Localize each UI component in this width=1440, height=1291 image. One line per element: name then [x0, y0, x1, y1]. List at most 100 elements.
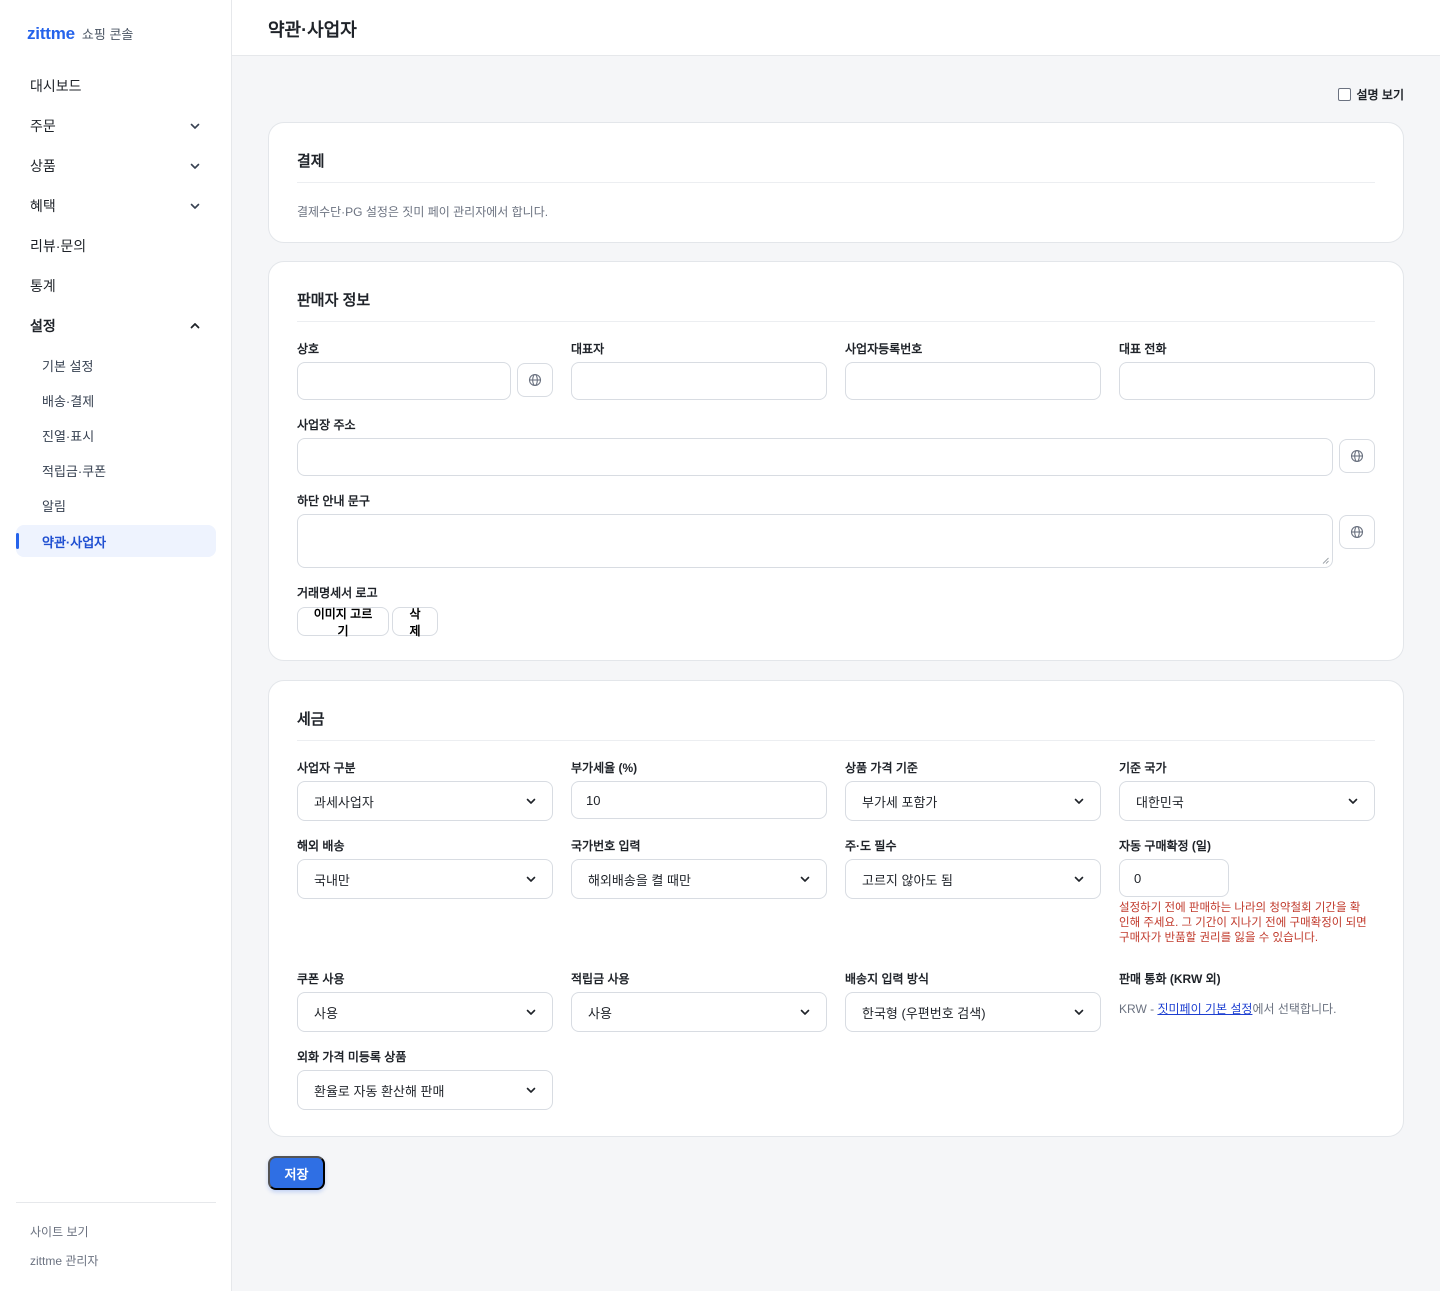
globe-icon — [1350, 525, 1364, 539]
nav-item-label: 리뷰·문의 — [30, 238, 87, 254]
phone-label: 대표 전화 — [1119, 342, 1167, 356]
autoconfirm-input[interactable]: 0 — [1119, 859, 1229, 897]
biz-type-label: 사업자 구분 — [297, 761, 356, 775]
nav-item-label: 설정 — [30, 318, 56, 334]
seller-info-card: 판매자 정보 상호 대표자 사업자등록번호 대표 전화 사업장 주소 하단 안내… — [268, 261, 1404, 661]
chevron-down-icon — [1074, 876, 1084, 882]
sidebar-divider — [16, 1202, 216, 1203]
state-required-select[interactable]: 고르지 않아도 됨 — [845, 859, 1101, 899]
card-title: 세금 — [297, 711, 325, 728]
phone-input[interactable] — [1119, 362, 1375, 400]
coupon-select[interactable]: 사용 — [297, 992, 553, 1032]
sidebar-item-basic-settings[interactable]: 기본 설정 — [16, 348, 216, 383]
address-input[interactable] — [297, 438, 1333, 476]
brand[interactable]: zittme 쇼핑 콘솔 — [27, 24, 133, 44]
chevron-down-icon — [1348, 798, 1358, 804]
sidebar-item-points-coupons[interactable]: 적립금·쿠폰 — [16, 453, 216, 488]
select-value: 고르지 않아도 됨 — [862, 872, 953, 888]
delete-logo-button[interactable]: 삭제 — [392, 607, 438, 638]
nav-item-label: 상품 — [30, 158, 56, 174]
chevron-down-icon — [526, 1087, 536, 1093]
nav-item-label: 혜택 — [30, 198, 56, 214]
zittme-pay-settings-link[interactable]: 짓미페이 기본 설정 — [1157, 1002, 1252, 1016]
sidebar-item-notifications[interactable]: 알림 — [16, 488, 216, 523]
dial-code-select[interactable]: 해외배송을 켤 때만 — [571, 859, 827, 899]
vat-input[interactable]: 10 — [571, 781, 827, 819]
chevron-down-icon — [526, 798, 536, 804]
globe-icon — [1350, 449, 1364, 463]
country-label: 기준 국가 — [1119, 761, 1167, 775]
company-translate-button[interactable] — [517, 363, 553, 397]
nav-item-dashboard[interactable]: 대시보드 — [16, 66, 216, 106]
points-label: 적립금 사용 — [571, 972, 630, 986]
nav-item-settings[interactable]: 설정 — [16, 306, 216, 346]
vat-label: 부가세율 (%) — [571, 761, 638, 775]
sub-item-label: 배송·결제 — [42, 394, 95, 409]
state-required-label: 주·도 필수 — [845, 839, 897, 853]
bizno-input[interactable] — [845, 362, 1101, 400]
currency-prefix: KRW - — [1119, 1002, 1158, 1016]
help-toggle[interactable]: 설명 보기 — [1337, 86, 1404, 103]
sidebar-item-display[interactable]: 진열·표시 — [16, 418, 216, 453]
ceo-input[interactable] — [571, 362, 827, 400]
brand-logo: zittme — [27, 24, 75, 43]
footer-text-area[interactable] — [297, 514, 1333, 568]
chevron-down-icon — [1074, 1009, 1084, 1015]
address-mode-select[interactable]: 한국형 (우편번호 검색) — [845, 992, 1101, 1032]
topbar: 약관·사업자 — [232, 0, 1440, 56]
currency-note: KRW - 짓미페이 기본 설정에서 선택합니다. — [1119, 1000, 1336, 1017]
select-value: 부가세 포함가 — [862, 794, 938, 810]
sub-item-label: 진열·표시 — [42, 429, 95, 444]
chevron-down-icon — [800, 1009, 810, 1015]
chevron-down-icon — [188, 119, 202, 133]
dial-code-label: 국가번호 입력 — [571, 839, 641, 853]
address-translate-button[interactable] — [1339, 439, 1375, 473]
sidebar-item-shipping-payment[interactable]: 배송·결제 — [16, 383, 216, 418]
nav-item-reviews[interactable]: 리뷰·문의 — [16, 226, 216, 266]
payment-note: 결제수단·PG 설정은 짓미 페이 관리자에서 합니다. — [297, 205, 549, 219]
select-value: 국내만 — [314, 872, 350, 888]
resize-handle-icon[interactable] — [1322, 557, 1329, 564]
choose-image-button[interactable]: 이미지 고르기 — [297, 607, 389, 638]
chevron-down-icon — [188, 159, 202, 173]
points-select[interactable]: 사용 — [571, 992, 827, 1032]
nav-item-label: 통계 — [30, 278, 56, 294]
nav-item-orders[interactable]: 주문 — [16, 106, 216, 146]
nav-item-stats[interactable]: 통계 — [16, 266, 216, 306]
price-basis-select[interactable]: 부가세 포함가 — [845, 781, 1101, 821]
view-site-link[interactable]: 사이트 보기 — [30, 1223, 89, 1240]
chevron-down-icon — [800, 876, 810, 882]
chevron-up-icon — [188, 319, 202, 333]
select-value: 환율로 자동 환산해 판매 — [314, 1083, 445, 1099]
ceo-label: 대표자 — [571, 342, 605, 356]
nav-item-benefits[interactable]: 혜택 — [16, 186, 216, 226]
address-label: 사업장 주소 — [297, 418, 356, 432]
select-value: 사용 — [588, 1005, 612, 1021]
currency-label: 판매 통화 (KRW 외) — [1119, 972, 1221, 986]
company-input[interactable] — [297, 362, 511, 400]
bizno-label: 사업자등록번호 — [845, 342, 923, 356]
nav-item-products[interactable]: 상품 — [16, 146, 216, 186]
overseas-select[interactable]: 국내만 — [297, 859, 553, 899]
sidebar-item-terms-business[interactable]: 약관·사업자 — [16, 525, 216, 557]
autoconfirm-label: 자동 구매확정 (일) — [1119, 839, 1211, 853]
select-value: 한국형 (우편번호 검색) — [862, 1005, 986, 1021]
help-checkbox[interactable] — [1337, 88, 1351, 101]
save-button[interactable]: 저장 — [268, 1156, 325, 1190]
payment-card: 결제 결제수단·PG 설정은 짓미 페이 관리자에서 합니다. — [268, 122, 1404, 243]
divider — [297, 740, 1375, 741]
footer-translate-button[interactable] — [1339, 515, 1375, 549]
fx-label: 외화 가격 미등록 상품 — [297, 1050, 407, 1064]
logo-label: 거래명세서 로고 — [297, 586, 378, 600]
sidebar: zittme 쇼핑 콘솔 대시보드 주문 상품 혜택 리뷰·문의 통계 설정 기… — [0, 0, 232, 1291]
address-mode-label: 배송지 입력 방식 — [845, 972, 929, 986]
main-nav: 대시보드 주문 상품 혜택 리뷰·문의 통계 설정 기본 설정 배송·결제 진열… — [16, 66, 216, 557]
globe-icon — [528, 373, 542, 387]
country-select[interactable]: 대한민국 — [1119, 781, 1375, 821]
fx-select[interactable]: 환율로 자동 환산해 판매 — [297, 1070, 553, 1110]
biz-type-select[interactable]: 과세사업자 — [297, 781, 553, 821]
card-title: 판매자 정보 — [297, 292, 371, 309]
admin-link[interactable]: zittme 관리자 — [30, 1252, 98, 1269]
chevron-down-icon — [526, 876, 536, 882]
nav-item-label: 주문 — [30, 118, 56, 134]
